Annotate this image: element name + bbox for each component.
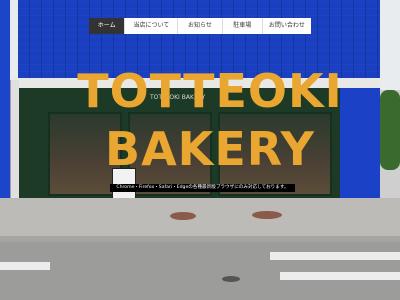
- hero-title-line-2: BAKERY: [105, 122, 315, 176]
- nav-home[interactable]: ホーム: [89, 18, 126, 34]
- nav-parking[interactable]: 駐車場: [223, 18, 263, 34]
- hero-title: TOTTEOKI BAKERY: [60, 62, 360, 178]
- nav-news[interactable]: お知らせ: [178, 18, 223, 34]
- trees: [380, 90, 400, 170]
- crosswalk-stripe: [270, 252, 400, 260]
- crosswalk-stripe: [0, 262, 50, 270]
- browser-support-notice: Chrome・Firefox・Safari・Edgeの各種最新版ブラウザにのみ対…: [110, 184, 295, 192]
- manhole: [170, 212, 196, 220]
- road: [0, 242, 400, 300]
- sidewalk: [0, 198, 400, 238]
- nav-about[interactable]: 当店について: [125, 18, 179, 34]
- nav-contact[interactable]: お問い合わせ: [263, 18, 311, 34]
- main-nav: ホーム 当店について お知らせ 駐車場 お問い合わせ: [89, 18, 311, 34]
- hero-title-line-1: TOTTEOKI: [77, 64, 343, 118]
- manhole: [252, 211, 282, 219]
- road-marker: [222, 276, 240, 282]
- crosswalk-stripe: [280, 272, 400, 280]
- blue-wall-left: [0, 0, 10, 205]
